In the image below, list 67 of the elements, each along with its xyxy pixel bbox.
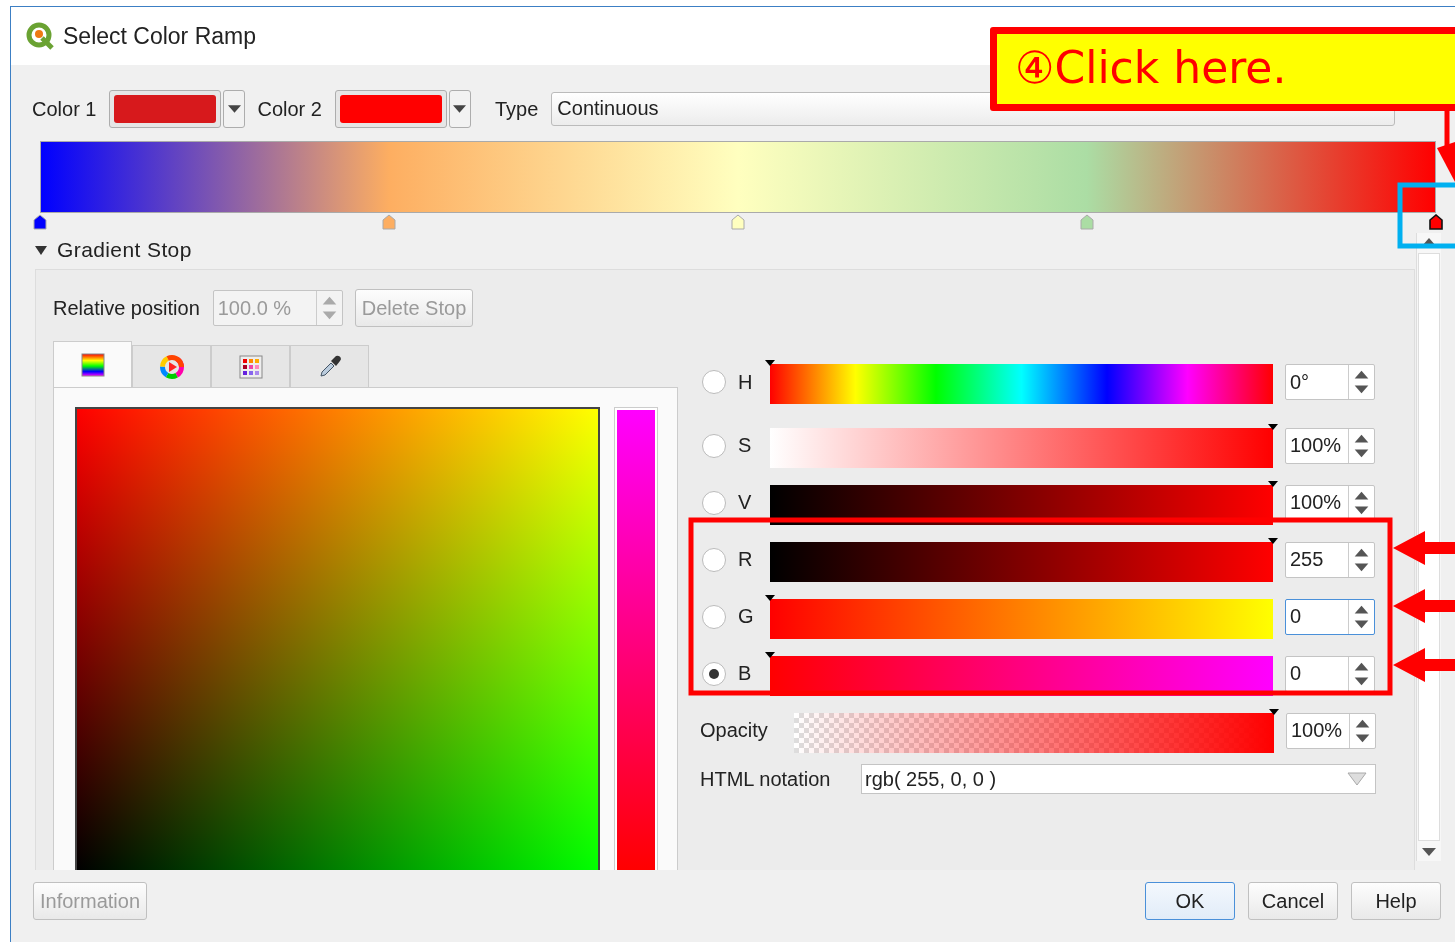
- gradient-stop-header[interactable]: Gradient Stop: [35, 235, 1415, 265]
- swatch-grid-icon: [238, 354, 263, 379]
- scroll-down-icon[interactable]: [1421, 847, 1437, 857]
- radio-button[interactable]: [702, 433, 726, 458]
- opacity-label: Opacity: [700, 719, 769, 742]
- dropdown-button[interactable]: [223, 90, 246, 128]
- dialog-button[interactable]: OK: [1145, 882, 1235, 920]
- window-title: Select Color Ramp: [63, 22, 257, 50]
- picker-tab[interactable]: [211, 345, 290, 387]
- value-spinbox[interactable]: 0: [1285, 598, 1375, 635]
- value-spinbox[interactable]: 0: [1285, 655, 1375, 692]
- picker-tab[interactable]: [290, 345, 369, 387]
- dropdown-button[interactable]: [448, 90, 471, 128]
- color-bar[interactable]: [614, 407, 658, 870]
- html-notation-field[interactable]: rgb( 255, 0, 0 ): [861, 764, 1376, 794]
- slider-thumb[interactable]: [1268, 423, 1278, 430]
- channel-label: S: [738, 434, 753, 457]
- channel-label: H: [738, 370, 754, 394]
- slider-thumb[interactable]: [1268, 480, 1278, 487]
- gradient-ramp[interactable]: [40, 141, 1436, 213]
- caret-icon: [228, 105, 241, 113]
- radio-button[interactable]: [702, 370, 726, 394]
- highlight-frame: [1397, 182, 1455, 249]
- picker-tab[interactable]: [53, 341, 132, 387]
- channel-label: B: [738, 662, 753, 685]
- radio-button[interactable]: [702, 661, 726, 686]
- value-spinbox[interactable]: 255: [1285, 541, 1375, 578]
- type-label: Type: [494, 97, 539, 121]
- caret-icon: [453, 105, 467, 113]
- value-spinbox[interactable]: 100%: [1286, 712, 1376, 749]
- app-logo-icon: [25, 21, 55, 51]
- color-area[interactable]: [75, 407, 600, 870]
- radio-button[interactable]: [702, 547, 726, 572]
- value-spinbox[interactable]: 0°: [1285, 364, 1375, 400]
- gradient-stop-marker[interactable]: [1080, 214, 1094, 230]
- color-wheel-icon: [159, 354, 184, 379]
- color-label: Color 2: [257, 97, 322, 121]
- gradient-stop-marker[interactable]: [731, 214, 745, 230]
- annotation-tooltip: ④Click here.: [990, 27, 1455, 111]
- slider-thumb[interactable]: [1269, 708, 1279, 715]
- picker-tab[interactable]: [132, 345, 211, 387]
- gradient-icon: [80, 352, 105, 377]
- radio-button[interactable]: [702, 490, 726, 515]
- gradient-stop-marker[interactable]: [382, 214, 396, 230]
- value-spinbox[interactable]: 100%: [1285, 427, 1375, 464]
- gradient-stop-marker[interactable]: [33, 214, 47, 230]
- html-notation-label: HTML notation: [700, 767, 832, 791]
- scrollbar[interactable]: [1416, 233, 1441, 861]
- scroll-up-icon[interactable]: [1421, 237, 1437, 247]
- channel-label: V: [738, 491, 753, 514]
- gradient-stop-marker[interactable]: [1429, 214, 1443, 230]
- dialog-button[interactable]: Help: [1351, 882, 1441, 920]
- dialog-button[interactable]: Cancel: [1248, 882, 1338, 920]
- radio-button[interactable]: [702, 604, 726, 629]
- value-spinbox[interactable]: 100%: [1285, 484, 1375, 521]
- pointer-arrow: [1393, 531, 1455, 565]
- pointer-arrow: [1393, 589, 1455, 623]
- channel-label: G: [738, 605, 755, 628]
- slider-thumb[interactable]: [1268, 537, 1278, 544]
- relative-position-label: Relative position: [53, 296, 200, 320]
- slider-thumb[interactable]: [765, 594, 775, 601]
- slider-thumb[interactable]: [765, 360, 775, 366]
- pointer-arrow: [1393, 648, 1455, 682]
- eyedropper-icon: [317, 354, 342, 379]
- channel-label: R: [738, 548, 754, 571]
- slider-thumb[interactable]: [765, 651, 775, 658]
- color-label: Color 1: [32, 97, 97, 121]
